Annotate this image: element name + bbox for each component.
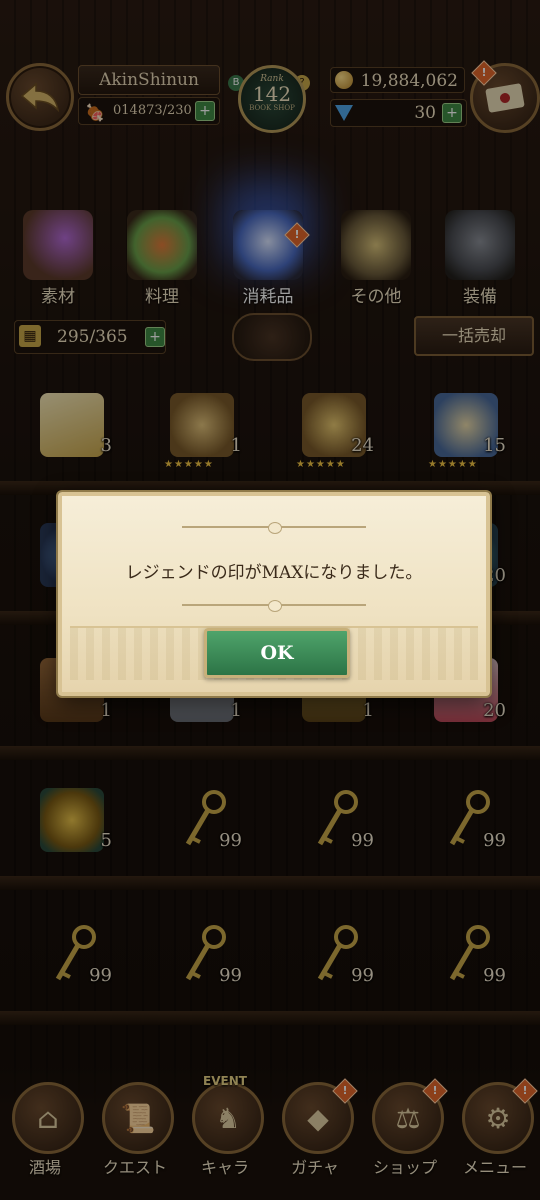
- top-ornament: [182, 522, 366, 534]
- notification-dialog: レジェンドの印がMAXになりました。 OK: [58, 492, 490, 696]
- bottom-ornament: [182, 600, 366, 612]
- ok-button[interactable]: OK: [204, 628, 350, 678]
- dialog-message: レジェンドの印がMAXになりました。: [125, 563, 423, 583]
